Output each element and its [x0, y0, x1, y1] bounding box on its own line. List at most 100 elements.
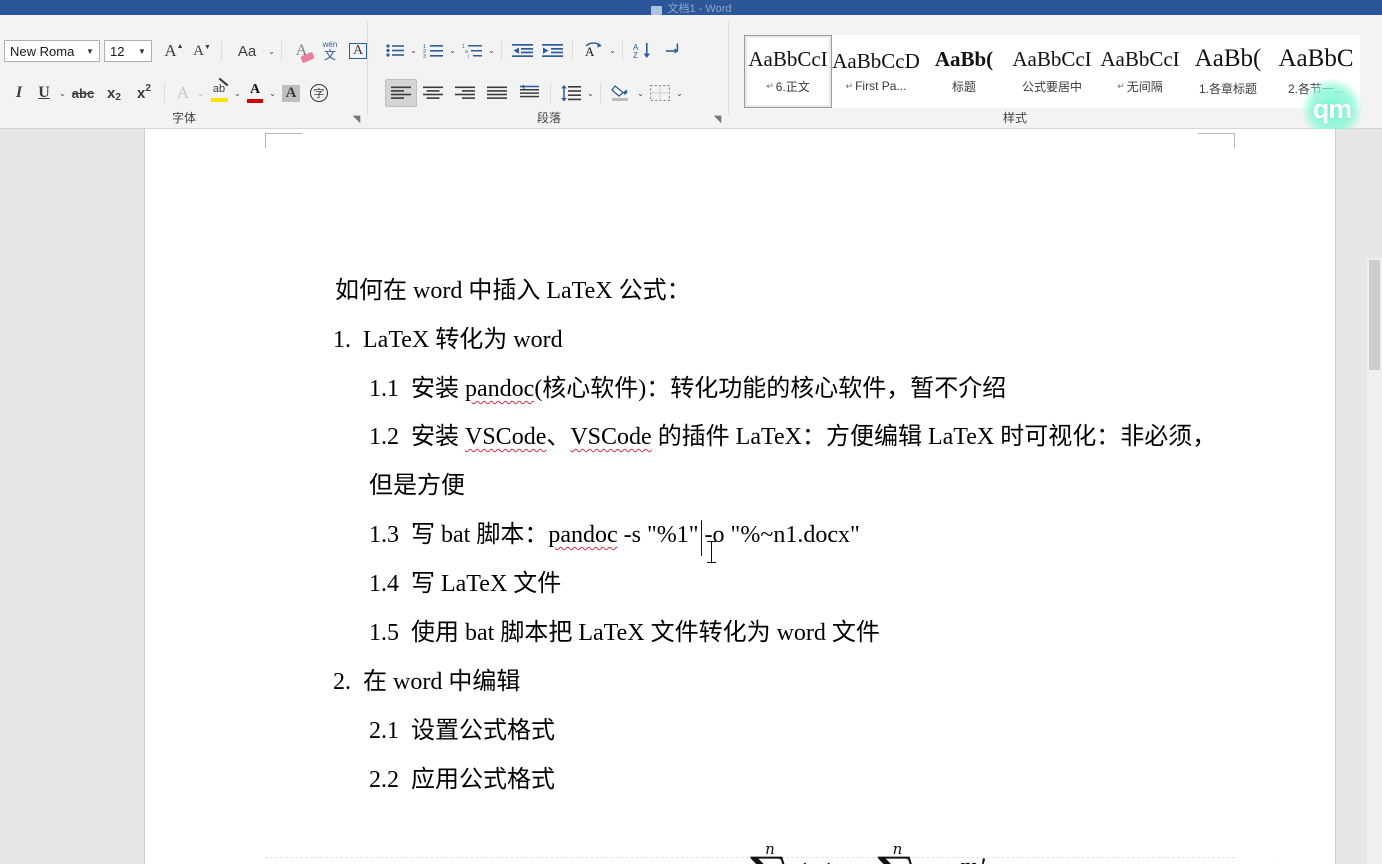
character-shading-icon[interactable]: A — [277, 80, 305, 106]
style-item-5[interactable]: AaBbCcI ↵ 无间隔 — [1096, 35, 1184, 108]
font-name-combo[interactable]: New Roma ▼ — [4, 40, 100, 62]
ribbon-group-paragraph: ⌄ 1 2 3 ⌄ 1 a i ⌄ A ⌄ A Z ⌄ ⌄ ⌄ 段落 ◥ — [369, 15, 729, 128]
summation-left: n ∑ i=1 — [750, 841, 790, 864]
equation[interactable]: n ∑ i=1 ( m i ) = n — [750, 829, 1029, 864]
style-preview: AaBbCcI — [1100, 47, 1180, 72]
superscript-icon[interactable]: x2 — [129, 80, 159, 106]
multilevel-list-icon[interactable]: 1 a i — [457, 37, 487, 63]
strikethrough-icon[interactable]: abc — [67, 80, 99, 106]
paragraph-dialog-launcher[interactable]: ◥ — [712, 114, 723, 125]
style-item-3[interactable]: AaBb(标题 — [920, 35, 1008, 108]
font-size-combo[interactable]: 12 ▼ — [104, 40, 152, 62]
chevron-down-icon[interactable]: ⌄ — [448, 41, 457, 59]
borders-icon[interactable] — [645, 79, 675, 107]
font-color-icon[interactable]: A — [242, 79, 268, 107]
ribbon: New Roma ▼ 12 ▼ A ▲ A ▼ Aa ⌄ A wén 文 A I… — [0, 15, 1382, 139]
chevron-down-icon[interactable]: ⌄ — [636, 84, 645, 102]
chevron-down-icon[interactable]: ⌄ — [267, 42, 276, 60]
equation-number: (1-1) — [1233, 860, 1279, 864]
doc-line-i-2-1[interactable]: 2.1 设置公式格式 — [369, 719, 555, 743]
align-center-icon[interactable] — [417, 79, 449, 107]
left-paren-icon: ( — [792, 856, 807, 864]
list-number: 1. — [333, 327, 351, 353]
text-effects-icon[interactable]: A — [170, 80, 196, 106]
line-text: 使用 bat 脚本把 LaTeX 文件转化为 word 文件 — [411, 620, 880, 646]
chevron-down-icon[interactable]: ⌄ — [196, 84, 205, 102]
shading-icon[interactable] — [606, 79, 636, 107]
chevron-down-icon[interactable]: ▼ — [135, 41, 149, 61]
style-item-4[interactable]: AaBbCcI 公式要居中 — [1008, 35, 1096, 108]
svg-text:i: i — [468, 54, 469, 58]
grow-font-icon[interactable]: A ▲ — [160, 38, 188, 64]
chevron-down-icon[interactable]: ▼ — [83, 41, 97, 61]
style-name-label: 标题 — [951, 79, 976, 94]
chevron-down-icon[interactable]: ⌄ — [608, 41, 617, 59]
chevron-down-icon[interactable]: ⌄ — [233, 84, 242, 102]
show-formatting-marks-icon[interactable] — [658, 37, 688, 63]
doc-line-i-1-3[interactable]: 1.3 写 bat 脚本：pandoc -s "%1" -o "%~n1.doc… — [369, 523, 860, 547]
align-left-icon[interactable] — [385, 79, 417, 107]
word-window: 文档1 - Word New Roma ▼ 12 ▼ A ▲ A ▼ Aa ⌄ … — [0, 0, 1382, 864]
chevron-down-icon[interactable]: ⌄ — [409, 41, 418, 59]
align-right-icon[interactable] — [449, 79, 481, 107]
italic-icon[interactable]: I — [8, 80, 30, 106]
line-text: 写 LaTeX 文件 — [411, 571, 562, 597]
line-spacing-icon[interactable] — [556, 79, 586, 107]
chevron-down-icon[interactable]: ⌄ — [586, 84, 595, 102]
summation-right: n ∑ i=1 — [877, 841, 917, 864]
svg-text:Z: Z — [633, 51, 638, 59]
text-highlight-color-icon[interactable]: ab — [205, 77, 233, 107]
chevron-down-icon[interactable]: ⌄ — [268, 84, 277, 102]
vertical-scrollbar[interactable] — [1367, 258, 1382, 864]
enclose-characters-icon[interactable]: 字 — [305, 80, 333, 106]
decrease-indent-icon[interactable] — [507, 37, 537, 63]
document-canvas: 如何在 word 中插入 LaTeX 公式： 1. LaTeX 转化为 word 1… — [0, 129, 1382, 864]
clear-formatting-icon[interactable]: A — [287, 38, 316, 64]
numbering-icon[interactable]: 1 2 3 — [418, 37, 448, 63]
font-dialog-launcher[interactable]: ◥ — [351, 114, 362, 125]
style-item-6[interactable]: AaBb(1.各章标题 — [1184, 35, 1272, 108]
distribute-icon[interactable] — [513, 79, 545, 107]
shrink-font-icon[interactable]: A ▼ — [188, 38, 216, 64]
line-text-post: (核心软件)：转化功能的核心软件，暂不介绍 — [534, 376, 1007, 402]
doc-line-i-1[interactable]: 1. LaTeX 转化为 word — [333, 328, 563, 352]
justify-icon[interactable] — [481, 79, 513, 107]
document-body[interactable]: 如何在 word 中插入 LaTeX 公式： 1. LaTeX 转化为 word 1… — [145, 129, 1335, 864]
phonetic-guide-icon[interactable]: wén 文 — [316, 37, 344, 65]
chevron-down-icon[interactable]: ⌄ — [58, 84, 67, 102]
bullets-icon[interactable] — [381, 37, 409, 63]
chevron-down-icon[interactable]: ⌄ — [487, 41, 496, 59]
equation-row[interactable]: n ∑ i=1 ( m i ) = n — [145, 829, 1335, 864]
list-number: 1.5 — [369, 620, 399, 646]
asian-layout-icon[interactable]: A — [578, 37, 608, 63]
doc-line-i-1-5[interactable]: 1.5 使用 bat 脚本把 LaTeX 文件转化为 word 文件 — [369, 621, 880, 645]
style-item-2[interactable]: AaBbCcD ↵ First Pa... — [832, 35, 920, 108]
subscript-icon[interactable]: x2 — [99, 80, 129, 106]
style-name: 公式要居中 — [1022, 78, 1082, 95]
increase-indent-icon[interactable] — [537, 37, 567, 63]
style-name-label: First Pa... — [855, 79, 907, 94]
style-preview: AaBbCcI — [748, 47, 828, 72]
underline-icon[interactable]: U — [30, 80, 58, 106]
doc-line-i-1-2a[interactable]: 1.2 安装 VSCode、VSCode 的插件 LaTeX：方便编辑 LaTe… — [369, 425, 1216, 449]
document-page[interactable]: 如何在 word 中插入 LaTeX 公式： 1. LaTeX 转化为 word 1… — [145, 129, 1335, 864]
text-cursor — [701, 520, 702, 556]
doc-line-i-2-2[interactable]: 2.2 应用公式格式 — [369, 768, 555, 792]
chevron-down-icon[interactable]: ⌄ — [675, 84, 684, 102]
scrollbar-thumb[interactable] — [1369, 260, 1380, 370]
sigma-icon: ∑ — [877, 851, 917, 864]
doc-line-i-1-1[interactable]: 1.1 安装 pandoc(核心软件)：转化功能的核心软件，暂不介绍 — [369, 377, 1006, 401]
sort-icon[interactable]: A Z — [628, 37, 658, 63]
style-item-1[interactable]: AaBbCcI ↵ 6.正文 — [744, 35, 832, 108]
doc-line-i-2[interactable]: 2. 在 word 中编辑 — [333, 670, 520, 694]
doc-line-i-1-4[interactable]: 1.4 写 LaTeX 文件 — [369, 572, 561, 596]
styles-gallery[interactable]: AaBbCcI ↵ 6.正文 AaBbCcD ↵ First Pa... AaBb(标题 Aa… — [744, 35, 1360, 108]
doc-line-i-1-2b[interactable]: 但是方便 — [369, 474, 465, 498]
doc-line-title[interactable]: 如何在 word 中插入 LaTeX 公式： — [335, 279, 691, 303]
change-case-icon[interactable]: Aa — [227, 38, 267, 64]
font-size-value: 12 — [110, 43, 125, 59]
